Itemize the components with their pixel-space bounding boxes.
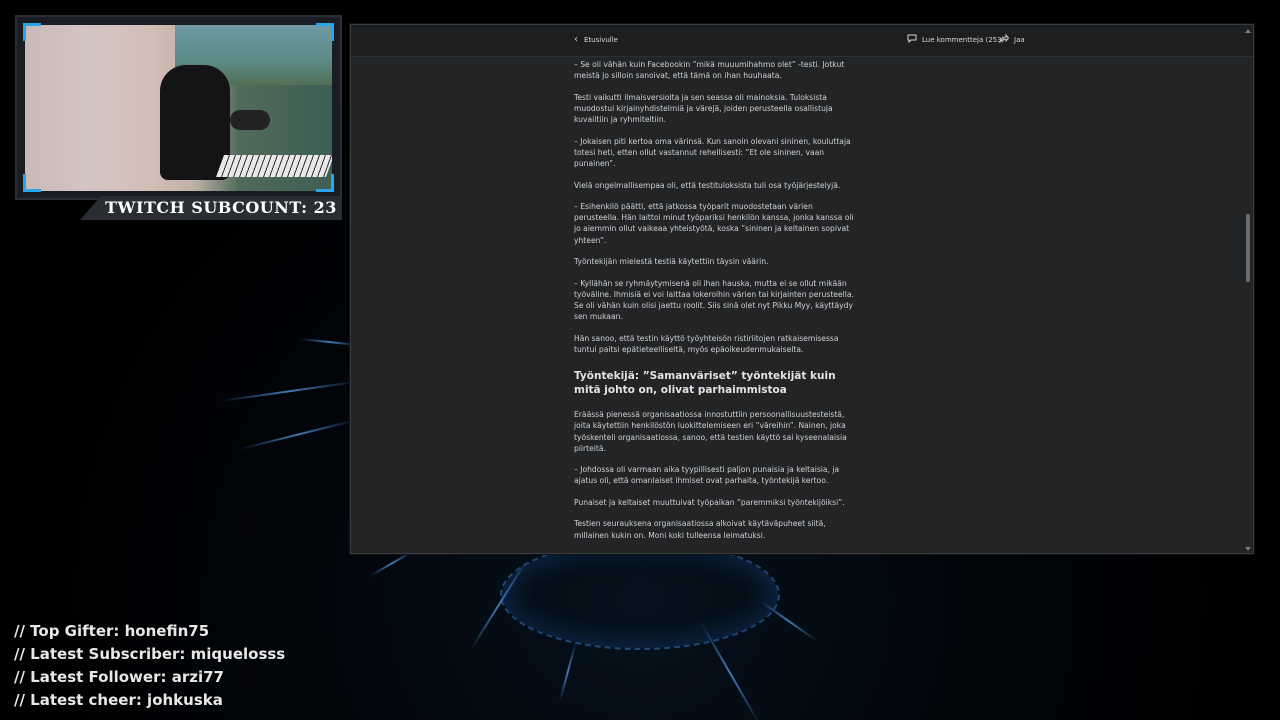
page-scrollbar[interactable] [1245, 29, 1251, 551]
latest-cheer-label: // Latest cheer: johkuska [14, 691, 223, 709]
article-subheading: Työntekijä: ”Samanväriset” työntekijät k… [574, 370, 836, 397]
frame-corner-top-right [316, 23, 334, 41]
article-top-bar: ‹ Etusivulle Lue kommentteja (253) Jaa [351, 25, 1253, 57]
back-label: Etusivulle [584, 35, 618, 44]
top-gifter-label: // Top Gifter: honefin75 [14, 622, 210, 640]
latest-subscriber-label: // Latest Subscriber: miquelosss [14, 645, 286, 663]
stream-stats: // Top Gifter: honefin75 // Latest Subsc… [14, 620, 285, 712]
frame-corner-bottom-right [316, 174, 334, 192]
article-paragraph: – Se oli vähän kuin Facebookin ”mikä muu… [574, 60, 845, 81]
background-light-streak [219, 380, 359, 402]
background-light-streak [369, 550, 414, 577]
article-paragraph: – Esihenkilö päätti, että jatkossa työpa… [574, 202, 854, 245]
article-paragraph: – Jokaisen piti kertoa oma värinsä. Kun … [574, 136, 851, 169]
article-paragraph: Vielä ongelmallisempaa oli, että testitu… [574, 180, 841, 190]
webcam-gaming-chair [160, 65, 230, 180]
comment-icon [907, 34, 917, 45]
comments-label: Lue kommentteja (253) [922, 35, 1005, 44]
chevron-left-icon: ‹ [574, 34, 578, 45]
article-paragraph: Testien seurauksena organisaatiossa alko… [574, 519, 826, 540]
article-paragraph: Punaiset ja keltaiset muuttuivat työpaik… [574, 497, 845, 507]
background-light-streak [239, 418, 357, 450]
webcam-keyboard [215, 155, 332, 177]
share-icon [999, 33, 1010, 45]
twitch-subcount-label: TWITCH SUBCOUNT: 23 [80, 196, 342, 220]
latest-follower-label: // Latest Follower: arzi77 [14, 668, 224, 686]
article-paragraph: Hän sanoo, että testin käyttö työyhteisö… [574, 333, 839, 354]
browser-window: ‹ Etusivulle Lue kommentteja (253) Jaa –… [350, 24, 1254, 554]
scroll-up-arrow-icon[interactable] [1245, 29, 1251, 33]
background-glow-ring [500, 540, 780, 650]
back-to-frontpage-link[interactable]: ‹ Etusivulle [574, 34, 618, 45]
webcam-feed [25, 25, 332, 191]
article-body: – Se oli vähän kuin Facebookin ”mikä muu… [574, 59, 854, 551]
scroll-thumb[interactable] [1246, 214, 1250, 282]
frame-corner-bottom-left [23, 174, 41, 192]
webcam-microphone [230, 110, 270, 130]
stream-overlay: TWITCH SUBCOUNT: 23 ‹ Etusivulle Lue kom… [0, 0, 1280, 720]
article-paragraph: Testi vaikutti ilmaisversiolta ja sen se… [574, 92, 833, 125]
article-paragraph: – Kyllähän se ryhmäytymisenä oli ihan ha… [574, 278, 854, 322]
webcam-frame [15, 15, 342, 200]
scroll-down-arrow-icon[interactable] [1245, 547, 1251, 551]
article-paragraph: Eräässä pienessä organisaatiossa innostu… [574, 410, 847, 453]
article-paragraph: – Johdossa oli varmaan aika tyypillisest… [574, 465, 840, 486]
read-comments-link[interactable]: Lue kommentteja (253) [907, 34, 1004, 45]
share-link[interactable]: Jaa [999, 33, 1025, 45]
article-paragraph: Työntekijän mielestä testiä käytettiin t… [574, 257, 769, 267]
frame-corner-top-left [23, 23, 41, 41]
background-light-streak [559, 642, 577, 702]
share-label: Jaa [1014, 35, 1025, 44]
